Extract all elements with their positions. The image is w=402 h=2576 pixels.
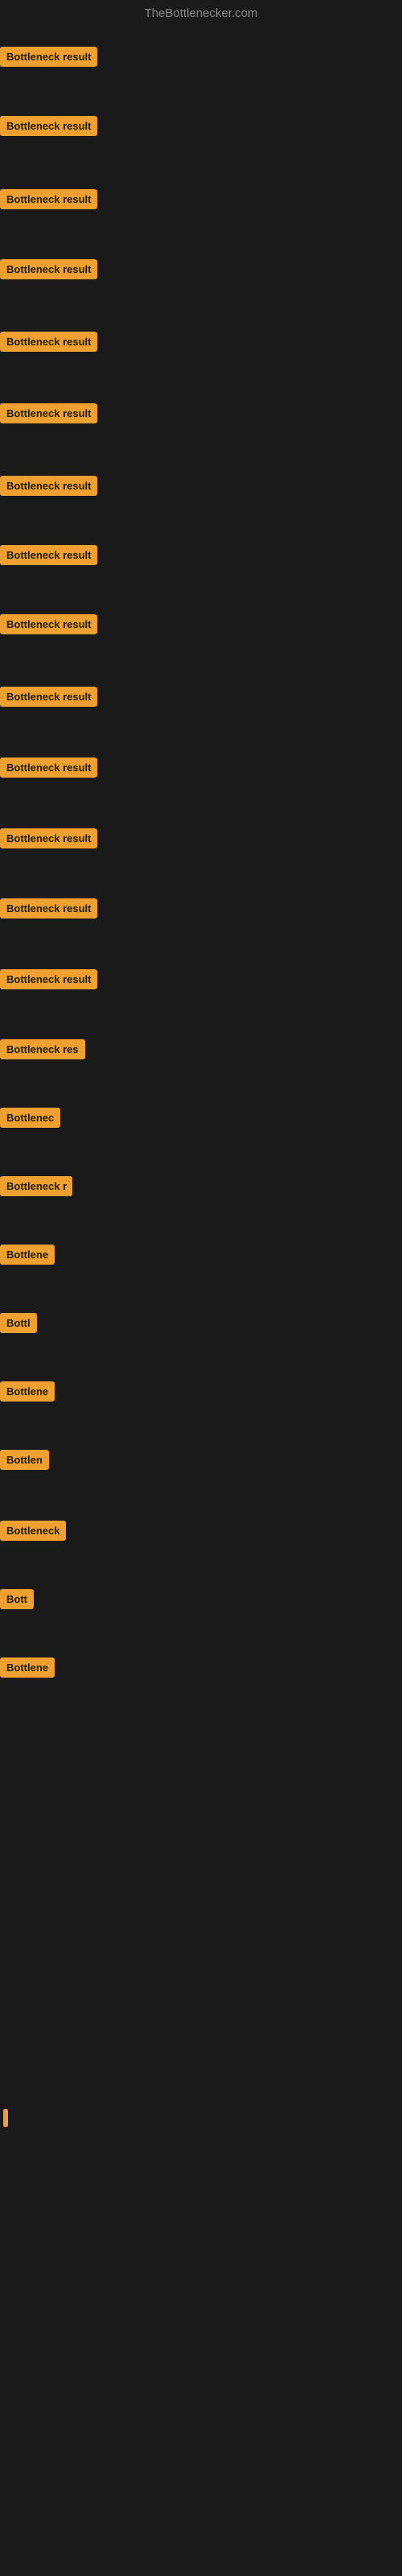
bottleneck-badge-15: Bottleneck res [0, 1039, 85, 1059]
bottleneck-badge-11: Bottleneck result [0, 758, 97, 778]
bottleneck-item-3: Bottleneck result [0, 189, 97, 213]
bottleneck-item-2: Bottleneck result [0, 116, 97, 140]
bottleneck-badge-24: Bottlene [0, 1657, 55, 1678]
bottleneck-item-23: Bott [0, 1589, 34, 1613]
bottleneck-badge-22: Bottleneck [0, 1521, 66, 1541]
bottleneck-item-5: Bottleneck result [0, 332, 97, 356]
bottleneck-badge-14: Bottleneck result [0, 969, 97, 989]
bottleneck-item-21: Bottlen [0, 1450, 49, 1474]
small-indicator-area [3, 2109, 8, 2131]
bottleneck-item-12: Bottleneck result [0, 828, 97, 852]
bottleneck-item-8: Bottleneck result [0, 545, 97, 569]
bottleneck-badge-18: Bottlene [0, 1245, 55, 1265]
bottleneck-item-6: Bottleneck result [0, 403, 97, 427]
bottleneck-badge-2: Bottleneck result [0, 116, 97, 136]
bottleneck-badge-21: Bottlen [0, 1450, 49, 1470]
bottleneck-badge-17: Bottleneck r [0, 1176, 72, 1196]
bottleneck-item-18: Bottlene [0, 1245, 55, 1269]
bottleneck-item-7: Bottleneck result [0, 476, 97, 500]
bottleneck-badge-8: Bottleneck result [0, 545, 97, 565]
bottleneck-item-22: Bottleneck [0, 1521, 66, 1545]
page-header: TheBottlenecker.com [0, 0, 402, 29]
bottleneck-badge-12: Bottleneck result [0, 828, 97, 848]
site-title: TheBottlenecker.com [145, 6, 258, 20]
page-wrapper: TheBottlenecker.com Bottleneck resultBot… [0, 0, 402, 2576]
bottleneck-item-19: Bottl [0, 1313, 37, 1337]
bottleneck-badge-7: Bottleneck result [0, 476, 97, 496]
bottleneck-badge-5: Bottleneck result [0, 332, 97, 352]
bottleneck-badge-4: Bottleneck result [0, 259, 97, 279]
small-indicator-badge [3, 2109, 8, 2127]
bottleneck-badge-1: Bottleneck result [0, 47, 97, 67]
bottleneck-item-9: Bottleneck result [0, 614, 97, 638]
bottleneck-badge-3: Bottleneck result [0, 189, 97, 209]
bottleneck-badge-9: Bottleneck result [0, 614, 97, 634]
bottleneck-item-4: Bottleneck result [0, 259, 97, 283]
bottleneck-item-1: Bottleneck result [0, 47, 97, 71]
bottleneck-badge-10: Bottleneck result [0, 687, 97, 707]
bottleneck-item-20: Bottlene [0, 1381, 55, 1406]
bottleneck-badge-23: Bott [0, 1589, 34, 1609]
bottleneck-item-17: Bottleneck r [0, 1176, 72, 1200]
bottleneck-item-10: Bottleneck result [0, 687, 97, 711]
bottleneck-badge-13: Bottleneck result [0, 898, 97, 919]
bottleneck-item-16: Bottlenec [0, 1108, 60, 1132]
bottleneck-item-24: Bottlene [0, 1657, 55, 1682]
bottleneck-item-11: Bottleneck result [0, 758, 97, 782]
items-container: Bottleneck result Bottleneck result Bottle… [0, 29, 402, 1719]
bottleneck-item-15: Bottleneck res [0, 1039, 85, 1063]
bottleneck-badge-20: Bottlene [0, 1381, 55, 1402]
bottleneck-badge-6: Bottleneck result [0, 403, 97, 423]
bottleneck-badge-19: Bottl [0, 1313, 37, 1333]
bottleneck-item-13: Bottleneck result [0, 898, 97, 923]
bottleneck-badge-16: Bottlenec [0, 1108, 60, 1128]
bottleneck-item-14: Bottleneck result [0, 969, 97, 993]
